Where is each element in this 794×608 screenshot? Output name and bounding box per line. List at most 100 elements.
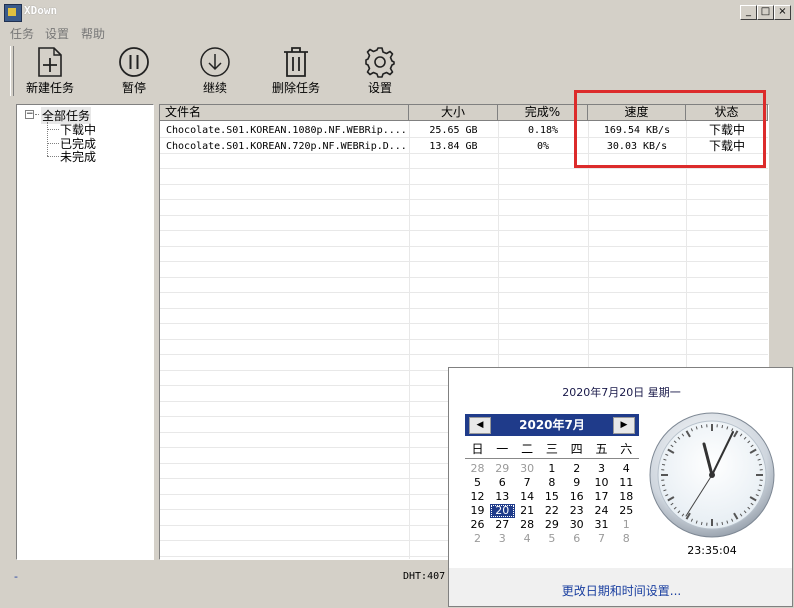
category-tree: − 全部任务 下载中 已完成 未完成 — [16, 104, 154, 560]
calendar-day[interactable]: 3 — [589, 462, 614, 476]
pause-button[interactable]: 暂停 — [114, 46, 154, 98]
calendar-day[interactable]: 11 — [614, 476, 639, 490]
app-icon — [4, 4, 22, 22]
calendar-day[interactable]: 31 — [589, 518, 614, 532]
table-column-gridline — [409, 121, 410, 559]
row-2-size: 13.84 GB — [429, 141, 478, 152]
resume-label: 继续 — [202, 81, 227, 95]
calendar-day[interactable]: 27 — [490, 518, 515, 532]
table-row-gridline — [160, 354, 768, 355]
menu-bar: 任务 设置 帮助 — [0, 24, 794, 42]
calendar-day[interactable]: 7 — [589, 532, 614, 546]
calendar-day[interactable]: 15 — [539, 490, 564, 504]
tree-collapse-toggle[interactable]: − — [25, 110, 34, 119]
calendar-divider — [465, 458, 639, 459]
calendar-day[interactable]: 12 — [465, 490, 490, 504]
calendar-day[interactable]: 1 — [614, 518, 639, 532]
row-1-size: 25.65 GB — [429, 125, 478, 136]
highlight-annotation-box — [574, 90, 766, 168]
calendar-day[interactable]: 30 — [564, 518, 589, 532]
table-row-gridline — [160, 199, 768, 200]
calendar-day[interactable]: 21 — [515, 504, 540, 518]
calendar-day[interactable]: 13 — [490, 490, 515, 504]
tree-connector — [47, 129, 59, 130]
resume-button[interactable]: 继续 — [195, 46, 235, 98]
title-bar[interactable]: XDown _ □ × — [0, 0, 794, 24]
new-task-label: 新建任务 — [25, 81, 74, 95]
maximize-button[interactable]: □ — [757, 5, 774, 20]
calendar-day-selected[interactable]: 20 — [489, 504, 515, 518]
window-title: XDown — [24, 4, 58, 17]
calendar-day[interactable]: 28 — [515, 518, 540, 532]
calendar-day[interactable]: 30 — [515, 462, 540, 476]
calendar-day[interactable]: 29 — [539, 518, 564, 532]
row-1-filename[interactable]: Chocolate.S01.KOREAN.1080p.NF.WEBRip.... — [166, 123, 408, 138]
next-month-button[interactable]: ▶ — [613, 417, 635, 434]
calendar-day[interactable]: 4 — [515, 532, 540, 546]
calendar-day[interactable]: 7 — [515, 476, 540, 490]
calendar-day[interactable]: 5 — [465, 476, 490, 490]
calendar-weekday: 二 — [521, 442, 534, 456]
tree-connector — [47, 156, 59, 157]
calendar-weekday: 一 — [496, 442, 509, 456]
delete-task-button[interactable]: 删除任务 — [270, 46, 322, 98]
close-button[interactable]: × — [774, 5, 791, 20]
calendar-day[interactable]: 26 — [465, 518, 490, 532]
delete-task-label: 删除任务 — [271, 81, 320, 95]
calendar-day[interactable]: 2 — [564, 462, 589, 476]
row-2-filename[interactable]: Chocolate.S01.KOREAN.720p.NF.WEBRip.D... — [166, 139, 408, 154]
table-row-gridline — [160, 168, 768, 169]
table-row-gridline — [160, 292, 768, 293]
prev-month-button[interactable]: ◀ — [469, 417, 491, 434]
calendar-day[interactable]: 29 — [490, 462, 515, 476]
calendar-day[interactable]: 6 — [564, 532, 589, 546]
calendar-day[interactable]: 23 — [564, 504, 589, 518]
menu-help[interactable]: 帮助 — [81, 25, 105, 42]
calendar-day[interactable]: 8 — [614, 532, 639, 546]
digital-time: 23:35:04 — [687, 544, 737, 557]
status-dht-count: DHT:407 — [403, 571, 446, 582]
calendar-day[interactable]: 1 — [539, 462, 564, 476]
calendar-day[interactable]: 5 — [539, 532, 564, 546]
column-header-filename[interactable]: 文件名 — [160, 105, 409, 121]
settings-button[interactable]: 设置 — [360, 46, 400, 98]
pause-icon — [119, 47, 149, 77]
calendar-day[interactable]: 4 — [614, 462, 639, 476]
calendar-day[interactable]: 28 — [465, 462, 490, 476]
calendar-day[interactable]: 18 — [614, 490, 639, 504]
table-row-gridline — [160, 245, 768, 247]
calendar-day[interactable]: 6 — [490, 476, 515, 490]
table-row-gridline — [160, 307, 768, 309]
table-row-gridline — [160, 323, 768, 324]
calendar-weekday: 五 — [595, 442, 608, 456]
tree-connector — [35, 114, 39, 115]
calendar-day[interactable]: 16 — [564, 490, 589, 504]
menu-settings[interactable]: 设置 — [45, 25, 69, 42]
calendar-day[interactable]: 25 — [614, 504, 639, 518]
calendar-weekday: 四 — [570, 442, 583, 456]
tree-item-incomplete[interactable]: 未完成 — [60, 148, 96, 165]
gear-icon — [365, 47, 395, 78]
new-task-icon — [38, 47, 62, 77]
calendar-day[interactable]: 9 — [564, 476, 589, 490]
calendar-day[interactable]: 10 — [589, 476, 614, 490]
xdown-window: XDown _ □ × 任务 设置 帮助 新建任务 暂停 继续 删除任务 设置 … — [0, 0, 794, 608]
settings-label: 设置 — [367, 81, 392, 95]
calendar-day[interactable]: 19 — [465, 504, 490, 518]
column-header-size[interactable]: 大小 — [409, 105, 498, 121]
menu-task[interactable]: 任务 — [10, 25, 34, 42]
status-text: - — [14, 570, 18, 583]
calendar-day[interactable]: 3 — [490, 532, 515, 546]
calendar-day[interactable]: 24 — [589, 504, 614, 518]
table-row-gridline — [160, 261, 768, 262]
calendar-day[interactable]: 14 — [515, 490, 540, 504]
minimize-button[interactable]: _ — [740, 5, 757, 20]
tree-connector — [47, 122, 48, 156]
calendar-day[interactable]: 17 — [589, 490, 614, 504]
change-date-time-settings-link[interactable]: 更改日期和时间设置... — [449, 582, 794, 599]
calendar-day[interactable]: 22 — [539, 504, 564, 518]
table-row-gridline — [160, 183, 768, 185]
new-task-button[interactable]: 新建任务 — [24, 46, 76, 98]
calendar-day[interactable]: 8 — [539, 476, 564, 490]
calendar-day[interactable]: 2 — [465, 532, 490, 546]
